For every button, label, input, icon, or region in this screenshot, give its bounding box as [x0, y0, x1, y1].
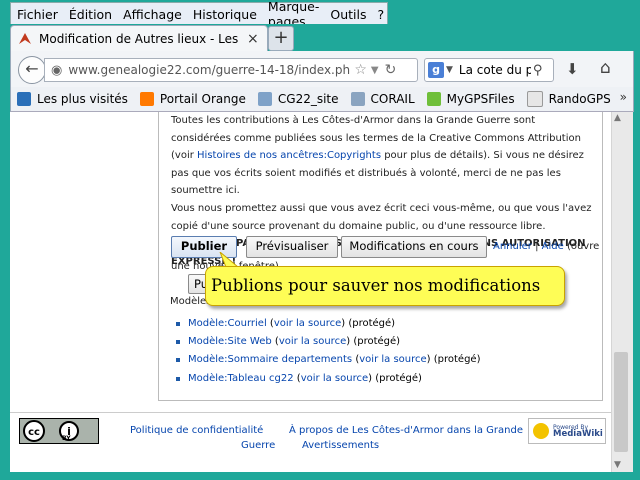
list-item: Modèle:Sommaire departements (voir la so… — [176, 351, 596, 369]
bookmarks-bar: Les plus visités Portail Orange CG22_sit… — [10, 87, 634, 112]
scroll-down-icon[interactable]: ▼ — [614, 460, 621, 470]
view-source-link[interactable]: voir la source — [301, 373, 368, 384]
tab-active[interactable]: Modification de Autres lieux - Les Côtes… — [10, 25, 268, 52]
download-icon[interactable]: ⬇ — [566, 60, 579, 78]
menu-bar: Fichier Édition Affichage Historique Mar… — [10, 0, 389, 29]
menu-tools[interactable]: Outils — [324, 7, 371, 22]
url-bar[interactable]: ◉ www.genealogie22.com/guerre-14-18/inde… — [44, 58, 418, 82]
mediawiki-badge[interactable]: Powered By MediaWiki — [528, 418, 606, 444]
search-bar[interactable]: g ▼ La cote du po ⚲ — [424, 58, 554, 82]
view-source-link[interactable]: voir la source — [274, 318, 341, 329]
url-dropdown-icon[interactable]: ▼ — [371, 65, 379, 76]
url-text[interactable]: www.genealogie22.com/guerre-14-18/index.… — [68, 63, 350, 77]
show-changes-button[interactable]: Modifications en cours — [341, 236, 487, 258]
menu-history[interactable]: Historique — [187, 7, 262, 22]
menu-view[interactable]: Affichage — [117, 7, 187, 22]
bookmark-mygpsfiles[interactable]: MyGPSFiles — [426, 92, 515, 106]
bookmark-corail[interactable]: CORAIL — [350, 92, 415, 106]
template-link[interactable]: Modèle:Tableau cg22 — [188, 373, 294, 384]
copyrights-link[interactable]: Histoires de nos ancêtres:Copyrights — [197, 150, 381, 161]
scroll-up-icon[interactable]: ▲ — [614, 113, 621, 123]
bookmarks-overflow-icon[interactable]: » — [620, 90, 627, 104]
disclaimers-link[interactable]: Avertissements — [302, 438, 379, 453]
search-icon[interactable]: ⚲ — [533, 63, 543, 78]
view-source-link[interactable]: voir la source — [279, 336, 346, 347]
bookmark-star-icon[interactable]: ☆ — [354, 62, 367, 78]
footer-divider — [10, 412, 611, 413]
tab-title: Modification de Autres lieux - Les Côtes… — [39, 32, 239, 46]
template-link[interactable]: Modèle:Sommaire departements — [188, 354, 352, 365]
back-arrow-icon: ← — [25, 59, 39, 78]
mygpsfiles-icon — [426, 92, 441, 106]
menu-edit[interactable]: Édition — [63, 7, 117, 22]
list-item: Modèle:Courriel (voir la source) (protég… — [176, 315, 596, 333]
bookmark-cg22[interactable]: CG22_site — [257, 92, 339, 106]
search-input[interactable]: La cote du po — [459, 63, 531, 77]
google-icon[interactable]: g — [428, 62, 444, 78]
about-link[interactable]: À propos de Les Côtes-d'Armor dans la Gr… — [289, 423, 523, 438]
tab-close-icon[interactable]: × — [247, 31, 259, 47]
cc-by-label: BY — [62, 435, 71, 442]
home-icon[interactable]: ⌂ — [600, 58, 611, 78]
privacy-link[interactable]: Politique de confidentialité — [130, 423, 263, 438]
edit-links: Annuler | Aide (ouvre — [493, 241, 600, 252]
tooltip-callout: Publions pour sauver nos modifications — [205, 266, 565, 306]
randogps-icon — [526, 91, 543, 107]
bookmark-most-visited[interactable]: Les plus visités — [17, 92, 128, 106]
menu-help[interactable]: ? — [371, 7, 389, 22]
scrollbar-thumb[interactable] — [614, 352, 628, 452]
view-source-link[interactable]: voir la source — [359, 354, 426, 365]
site-favicon-icon — [19, 33, 31, 44]
about-link-continued[interactable]: Guerre — [241, 438, 275, 453]
cc-icon: cc — [23, 420, 45, 442]
reload-icon[interactable]: ↻ — [385, 62, 397, 78]
cancel-link[interactable]: Annuler — [493, 241, 532, 252]
menu-file[interactable]: Fichier — [11, 7, 63, 22]
corail-icon — [350, 92, 365, 106]
orange-icon — [139, 92, 154, 106]
bookmark-orange[interactable]: Portail Orange — [139, 92, 246, 106]
engine-dropdown-icon[interactable]: ▼ — [446, 65, 453, 75]
bookmark-randogps[interactable]: RandoGPS — [526, 91, 611, 107]
most-visited-icon — [17, 92, 31, 106]
cc-by-badge[interactable]: cc i BY — [19, 418, 99, 444]
protected-status: (protégé) — [353, 336, 401, 348]
list-item: Modèle:Tableau cg22 (voir la source) (pr… — [176, 370, 596, 388]
cg22-icon — [257, 92, 272, 106]
help-link[interactable]: Aide — [542, 241, 564, 252]
template-link[interactable]: Modèle:Site Web — [188, 336, 272, 347]
templates-list: Modèle:Courriel (voir la source) (protég… — [176, 315, 596, 388]
protected-status: (protégé) — [433, 354, 481, 366]
list-item: Modèle:Site Web (voir la source) (protég… — [176, 333, 596, 351]
template-link[interactable]: Modèle:Courriel — [188, 318, 267, 329]
protected-status: (protégé) — [375, 372, 422, 384]
new-tab-button[interactable]: + — [268, 26, 294, 51]
protected-status: (protégé) — [348, 318, 396, 329]
preview-button[interactable]: Prévisualiser — [246, 236, 338, 258]
back-button[interactable]: ← — [18, 56, 46, 84]
globe-icon: ◉ — [51, 62, 63, 78]
mediawiki-sunflower-icon — [533, 423, 549, 439]
